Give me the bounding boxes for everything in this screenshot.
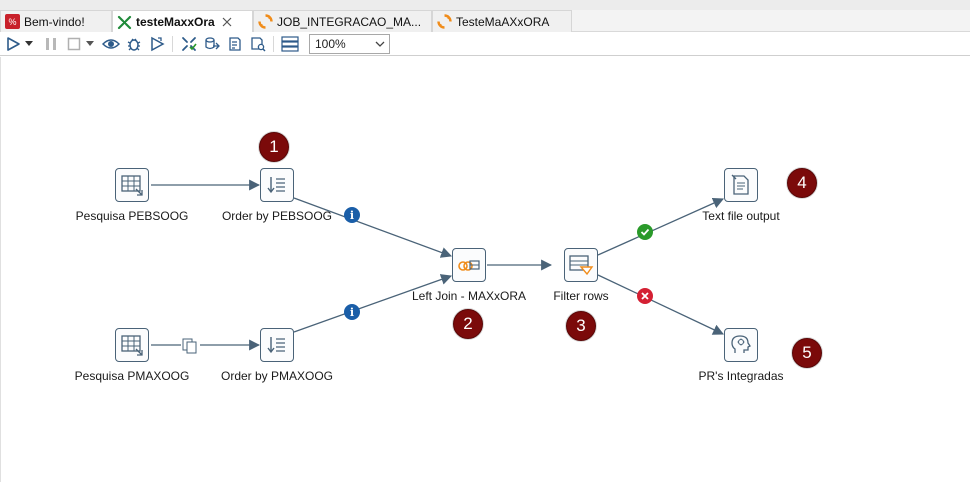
job-icon (258, 14, 273, 29)
tab-label: testeMaxxOra (136, 15, 215, 29)
close-icon[interactable] (221, 16, 233, 28)
debug-bug-icon[interactable] (125, 35, 143, 53)
hop-line[interactable] (293, 274, 453, 333)
toolbar-separator (172, 36, 173, 52)
error-icon[interactable] (637, 288, 653, 304)
table-input-icon[interactable] (115, 168, 149, 202)
pause-button[interactable] (42, 35, 60, 53)
transformation-canvas[interactable]: Pesquisa PEBSOOG Order by PEBSOOG Pesqui… (0, 57, 970, 482)
verify-icon[interactable] (180, 35, 198, 53)
zoom-value: 100% (315, 37, 346, 51)
text-file-output-icon[interactable] (724, 168, 758, 202)
spoon-icon: % (5, 14, 20, 29)
grid-layout-icon[interactable] (280, 35, 300, 53)
tab-job-integracao[interactable]: JOB_INTEGRACAO_MA... (253, 10, 432, 32)
info-icon[interactable]: i (344, 207, 360, 223)
stop-button[interactable] (65, 35, 83, 53)
merge-join-icon[interactable] (452, 248, 486, 282)
run-options-dropdown[interactable] (23, 35, 35, 53)
step-number-badge: 2 (453, 309, 483, 339)
tab-teste-maxx-ora[interactable]: testeMaxxOra (112, 10, 253, 33)
tab-label: TesteMaAXxORA (456, 14, 550, 29)
chevron-down-icon (374, 38, 386, 50)
replay-icon[interactable] (148, 35, 166, 53)
explore-db-icon[interactable] (249, 35, 267, 53)
tab-label: Bem-vindo! (24, 14, 85, 29)
step-number-badge: 4 (787, 168, 817, 198)
tabbar-top-strip (0, 0, 970, 10)
step-label-prs-integradas: PR's Integradas (698, 369, 784, 383)
transformation-toolbar: 100% (0, 32, 970, 56)
sort-rows-icon[interactable] (260, 328, 294, 362)
step-label-order-pmaxoog: Order by PMAXOOG (220, 369, 334, 383)
hop-line[interactable] (597, 198, 725, 256)
table-input-icon[interactable] (115, 328, 149, 362)
hop-line[interactable] (597, 274, 724, 335)
stop-options-dropdown[interactable] (84, 35, 96, 53)
step-number-badge: 3 (566, 311, 596, 341)
svg-text:%: % (8, 17, 16, 27)
sql-icon[interactable] (226, 35, 244, 53)
filter-rows-icon[interactable] (564, 248, 598, 282)
step-label-order-pebsoog: Order by PEBSOOG (221, 209, 333, 223)
preview-eye-icon[interactable] (102, 35, 120, 53)
check-icon[interactable] (637, 224, 653, 240)
impact-analysis-icon[interactable] (203, 35, 221, 53)
transformation-icon (117, 15, 132, 30)
user-defined-icon[interactable] (724, 328, 758, 362)
tab-label: JOB_INTEGRACAO_MA... (277, 14, 422, 29)
run-button[interactable] (4, 35, 22, 53)
step-label-text-file-output: Text file output (702, 209, 780, 223)
tab-teste-maaxxora[interactable]: TesteMaAXxORA (432, 10, 572, 32)
copy-rows-icon (182, 338, 197, 354)
step-number-badge: 5 (792, 338, 822, 368)
hop-line[interactable] (293, 197, 453, 258)
job-icon (437, 14, 452, 29)
step-number-badge: 1 (259, 132, 289, 162)
toolbar-separator (273, 36, 274, 52)
zoom-select[interactable]: 100% (309, 34, 390, 54)
info-icon[interactable]: i (344, 304, 360, 320)
editor-tab-bar: % Bem-vindo! testeMaxxOra JOB_INTEGRACAO… (0, 0, 970, 33)
sort-rows-icon[interactable] (260, 168, 294, 202)
tab-bem-vindo[interactable]: % Bem-vindo! (0, 10, 112, 32)
